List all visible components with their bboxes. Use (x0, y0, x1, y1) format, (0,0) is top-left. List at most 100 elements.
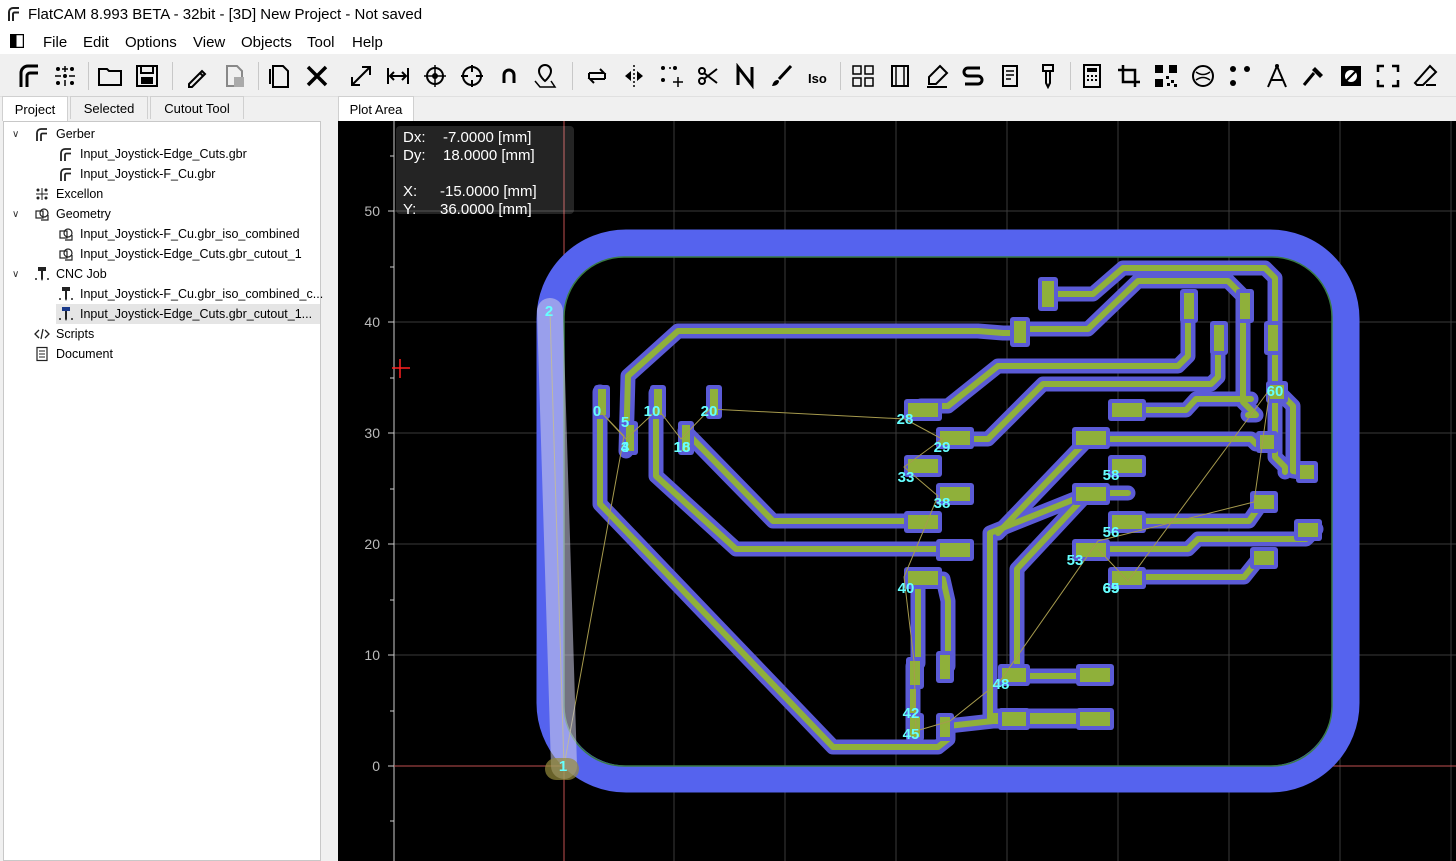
point-label: 48 (993, 676, 1010, 693)
ncc-tool-icon[interactable] (730, 61, 760, 91)
plot-canvas[interactable]: 50 40 30 20 10 0 2 1 0 5 4 3 10 18 16 20… (338, 121, 1456, 861)
point-label: 38 (934, 495, 951, 512)
y-tick-label: 30 (364, 425, 380, 441)
tree-item-geometry-iso[interactable]: Input_Joystick-F_Cu.gbr_iso_combined (58, 224, 300, 244)
document-icon (34, 346, 50, 362)
tree-label: Input_Joystick-Edge_Cuts.gbr_cutout_1 (80, 247, 302, 261)
window-title: FlatCAM 8.993 BETA - 32bit - [3D] New Pr… (28, 6, 423, 23)
tree-group-cncjob[interactable]: ∨ CNC Job (12, 264, 107, 284)
eraser-icon[interactable] (1410, 61, 1440, 91)
snap-magnet-icon[interactable] (494, 61, 524, 91)
solder-paste-icon[interactable] (922, 61, 952, 91)
punch-gerber-icon[interactable] (1299, 61, 1329, 91)
isolation-tool-icon[interactable]: Iso (804, 61, 834, 91)
code-icon (34, 326, 50, 342)
menu-view[interactable]: View (193, 34, 225, 51)
menu-bar: File Edit Options View Objects Tool Help (0, 30, 1456, 54)
menu-file[interactable]: File (43, 34, 67, 51)
tree-group-excellon[interactable]: Excellon (34, 184, 103, 204)
copy-object-icon[interactable] (264, 61, 294, 91)
tree-group-gerber[interactable]: ∨ Gerber (12, 124, 95, 144)
point-label: 5 (621, 414, 629, 431)
y-tick-labels: 50 40 30 20 10 0 (364, 203, 380, 774)
gerber-icon (58, 166, 74, 182)
copper-thieving-icon[interactable] (1188, 61, 1218, 91)
panelize-icon[interactable] (848, 61, 878, 91)
qrcode-icon[interactable] (1151, 61, 1181, 91)
open-excellon-icon[interactable] (50, 61, 80, 91)
mirror-icon[interactable] (619, 61, 649, 91)
menu-edit[interactable]: Edit (83, 34, 109, 51)
main-toolbar: Iso (0, 56, 1456, 97)
dy-value: 18.0000 [mm] (443, 147, 535, 164)
tree-item-cnc-cutout[interactable]: Input_Joystick-Edge_Cuts.gbr_cutout_1... (56, 304, 320, 324)
menu-options[interactable]: Options (125, 34, 177, 51)
calculator-icon[interactable] (1077, 61, 1107, 91)
plot-svg[interactable]: 50 40 30 20 10 0 2 1 0 5 4 3 10 18 16 20… (338, 121, 1456, 861)
tab-project[interactable]: Project (2, 96, 68, 121)
tree-item-geometry-cutout[interactable]: Input_Joystick-Edge_Cuts.gbr_cutout_1 (58, 244, 302, 264)
cutout-toolpath-highlight (537, 298, 577, 779)
fiducials-icon[interactable] (1225, 61, 1255, 91)
title-bar: FlatCAM 8.993 BETA - 32bit - [3D] New Pr… (0, 0, 1456, 30)
distance-tool-icon[interactable] (383, 61, 413, 91)
locate-icon[interactable] (530, 61, 560, 91)
point-label: 53 (1067, 552, 1084, 569)
menu-help[interactable]: Help (352, 34, 383, 51)
dx-label: Dx: (403, 129, 426, 146)
replot-icon[interactable] (582, 61, 612, 91)
gerber-icon (58, 146, 74, 162)
paint-brush-icon[interactable] (767, 61, 797, 91)
tab-selected[interactable]: Selected (70, 96, 148, 119)
rules-check-icon[interactable] (995, 61, 1025, 91)
tree-label-scripts: Scripts (56, 327, 95, 341)
drill-tool-icon[interactable] (1033, 61, 1063, 91)
save-project-icon[interactable] (132, 61, 162, 91)
tab-cutout-tool[interactable]: Cutout Tool (150, 96, 244, 119)
tree-item-cnc-iso[interactable]: Input_Joystick-F_Cu.gbr_iso_combined_c..… (58, 284, 323, 304)
open-project-icon[interactable] (95, 61, 125, 91)
tree-label-excellon: Excellon (56, 187, 104, 201)
new-geometry-icon[interactable] (182, 61, 212, 91)
geometry-icon (58, 246, 74, 262)
tree-item-gerber-f-cu[interactable]: Input_Joystick-F_Cu.gbr (58, 164, 215, 184)
tree-item-gerber-edge-cuts[interactable]: Input_Joystick-Edge_Cuts.gbr (58, 144, 247, 164)
invert-gerber-icon[interactable] (1336, 61, 1366, 91)
save-as-icon[interactable] (220, 61, 250, 91)
set-origin-icon[interactable] (420, 61, 450, 91)
subtract-tool-icon[interactable] (958, 61, 988, 91)
open-gerber-icon[interactable] (14, 61, 44, 91)
film-icon[interactable] (885, 61, 915, 91)
geometry-icon (34, 206, 50, 222)
svg-text:Iso: Iso (808, 71, 827, 86)
tree-group-geometry[interactable]: ∨ Geometry (12, 204, 111, 224)
calibration-icon[interactable] (1262, 61, 1292, 91)
chevron-down-icon[interactable]: ∨ (12, 129, 24, 140)
delete-icon[interactable] (302, 61, 332, 91)
tree-label: Input_Joystick-F_Cu.gbr_iso_combined (80, 227, 300, 241)
toggle-panel-icon[interactable] (10, 34, 24, 48)
tree-group-document[interactable]: Document (34, 344, 113, 364)
tree-label-gerber: Gerber (56, 127, 95, 141)
menu-tool[interactable]: Tool (307, 34, 335, 51)
y-label: Y: (403, 201, 417, 218)
point-label: 58 (1103, 467, 1120, 484)
chevron-down-icon[interactable]: ∨ (12, 269, 24, 280)
crop-icon[interactable] (1114, 61, 1144, 91)
flatcam-logo-icon (8, 7, 19, 21)
tree-label: Input_Joystick-F_Cu.gbr (80, 167, 216, 181)
chevron-down-icon[interactable]: ∨ (12, 209, 24, 220)
zoom-fit-icon[interactable] (346, 61, 376, 91)
align-objects-icon[interactable] (656, 61, 686, 91)
jump-to-icon[interactable] (457, 61, 487, 91)
point-label: 28 (897, 411, 914, 428)
point-label: 2 (545, 303, 553, 320)
tree-group-scripts[interactable]: Scripts (34, 324, 94, 344)
tab-plot-area[interactable]: Plot Area (338, 96, 414, 121)
cut-scissors-icon[interactable] (693, 61, 723, 91)
menu-objects[interactable]: Objects (241, 34, 292, 51)
y-value: 36.0000 [mm] (440, 201, 532, 218)
extract-icon[interactable] (1373, 61, 1403, 91)
geometry-icon (58, 226, 74, 242)
tree-label-document: Document (56, 347, 113, 361)
